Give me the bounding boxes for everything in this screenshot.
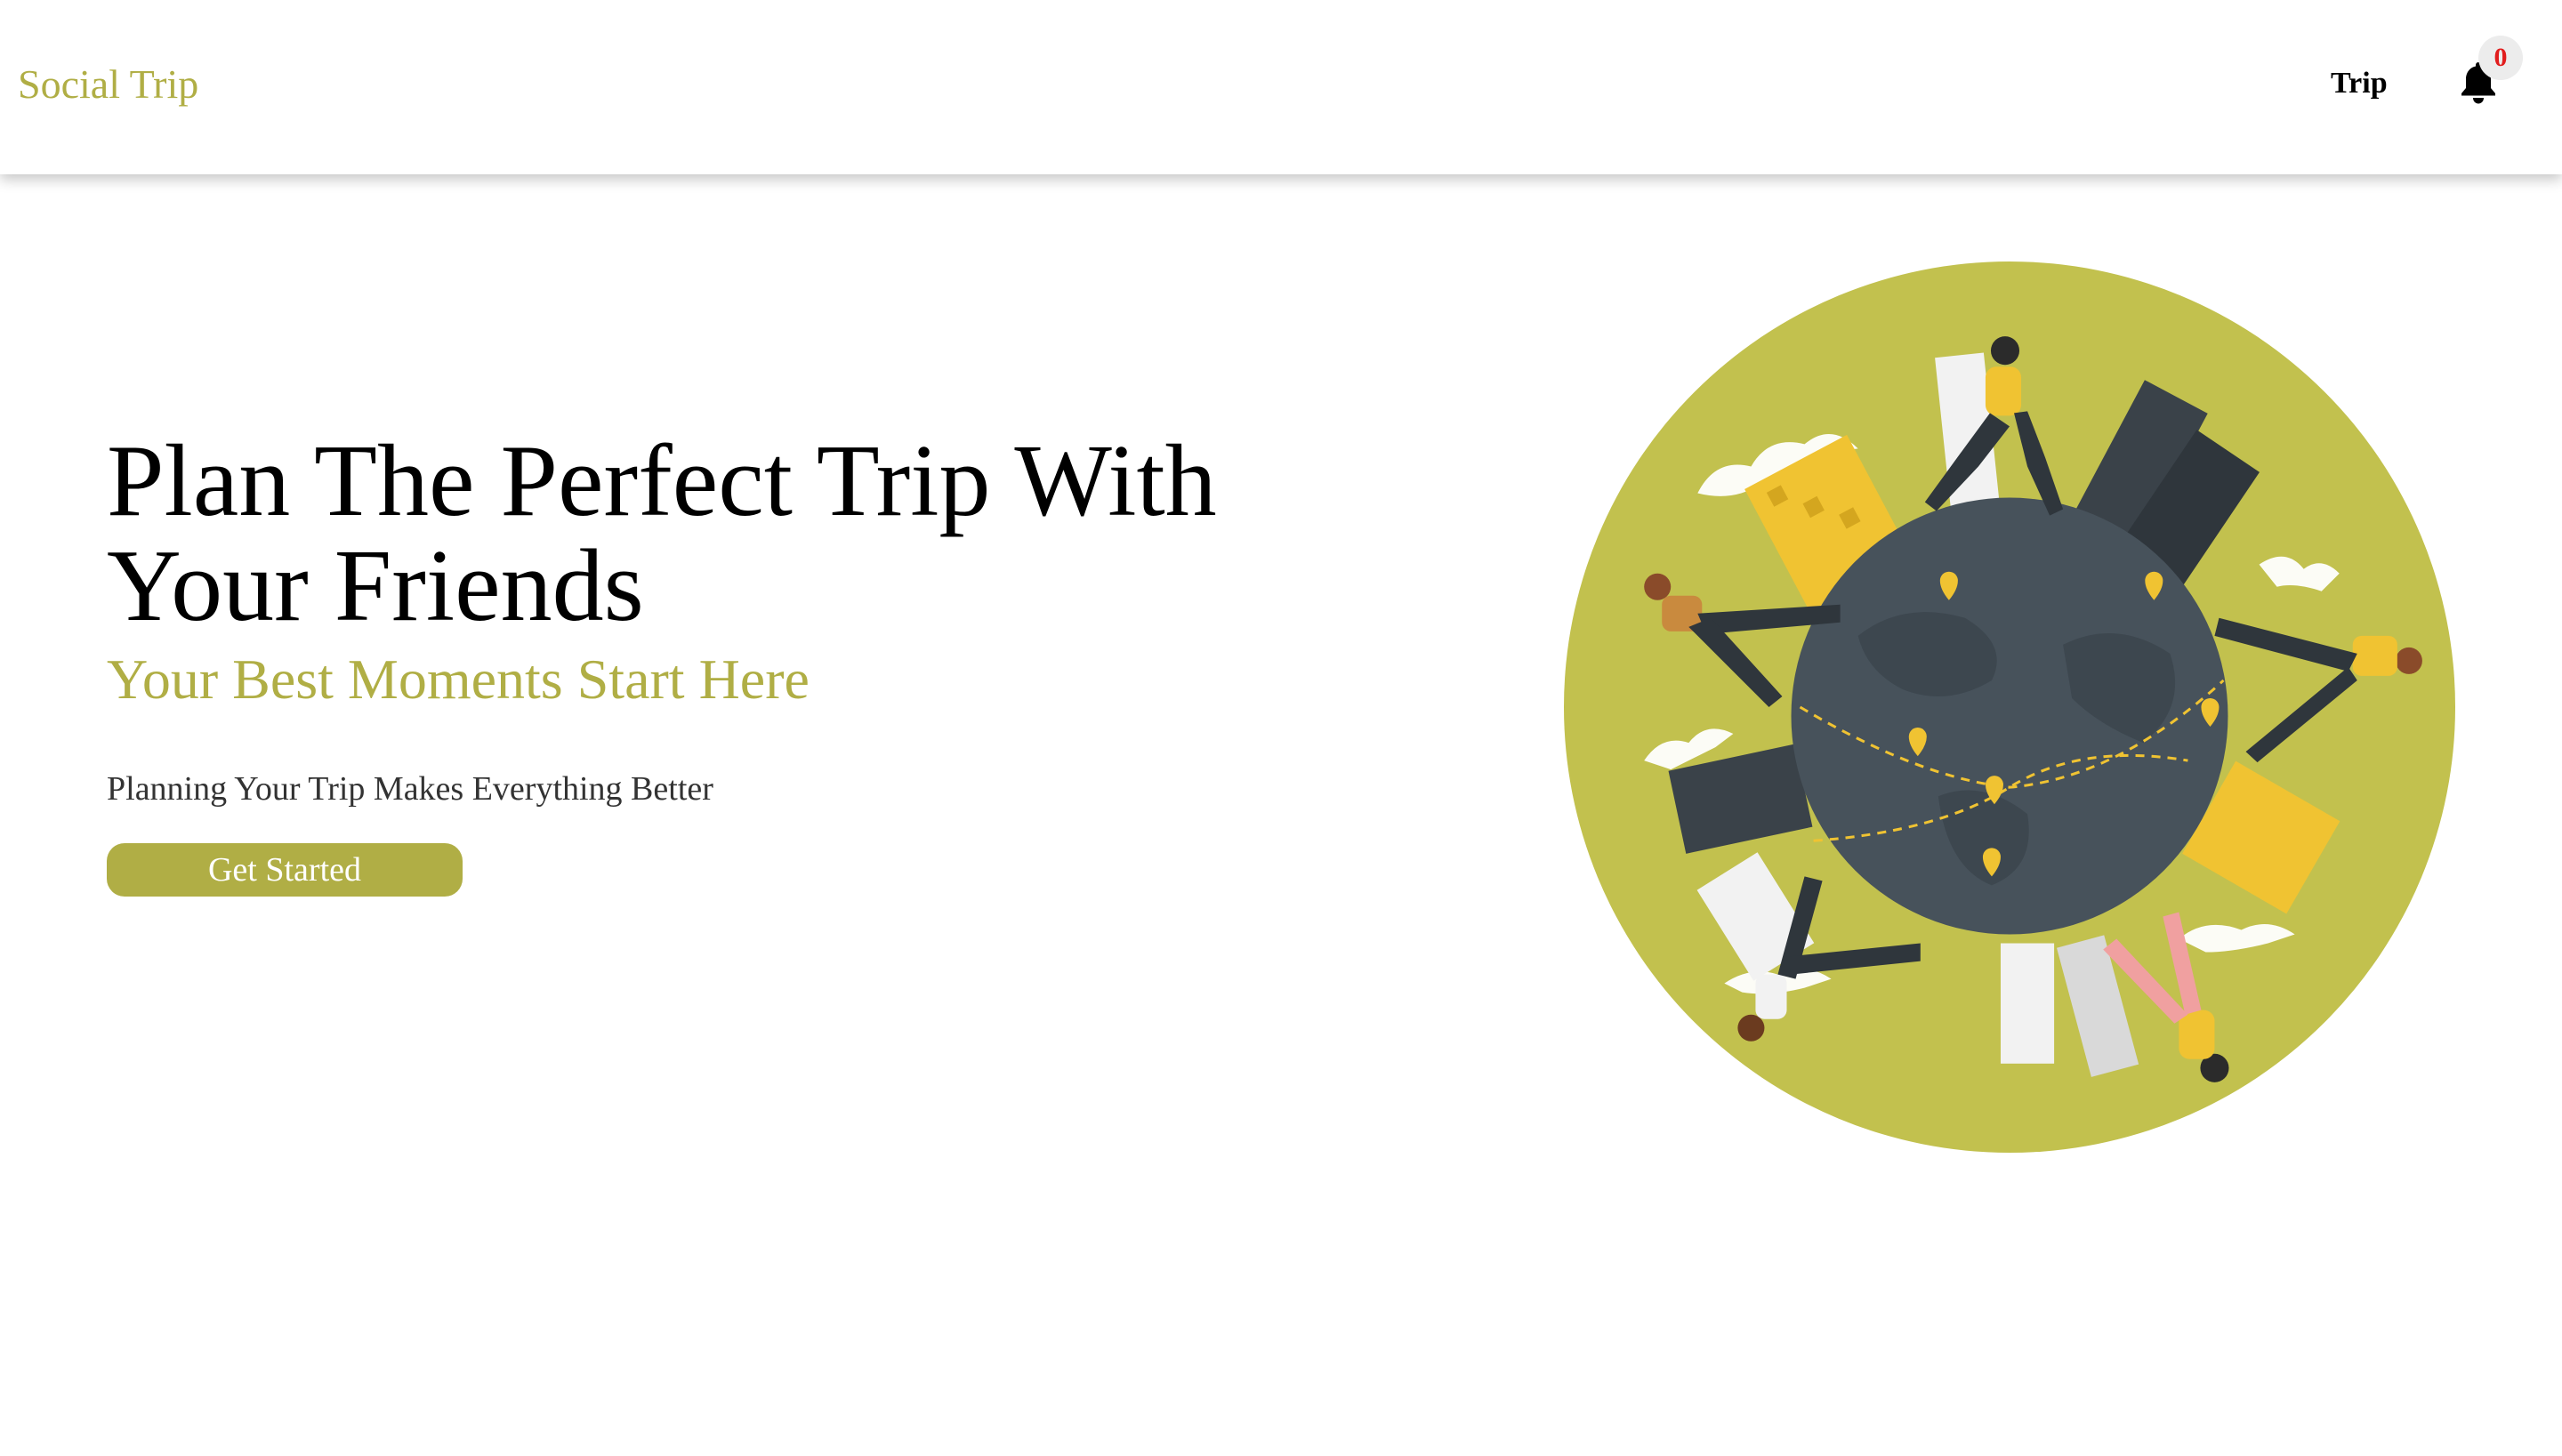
hero-title: Plan The Perfect Trip With Your Friends	[107, 424, 1217, 643]
nav-link-trip[interactable]: Trip	[2331, 64, 2388, 103]
get-started-button[interactable]: Get Started	[107, 843, 463, 897]
globe-travelers-illustration	[1564, 261, 2455, 1153]
navbar: Social Trip Trip 0	[0, 0, 2562, 174]
globe	[1791, 497, 2228, 935]
hero-tagline: Planning Your Trip Makes Everything Bett…	[107, 770, 713, 808]
notification-count-badge: 0	[2478, 36, 2523, 80]
brand-logo-link[interactable]: Social Trip	[18, 59, 198, 110]
hero-subtitle: Your Best Moments Start Here	[107, 648, 810, 711]
